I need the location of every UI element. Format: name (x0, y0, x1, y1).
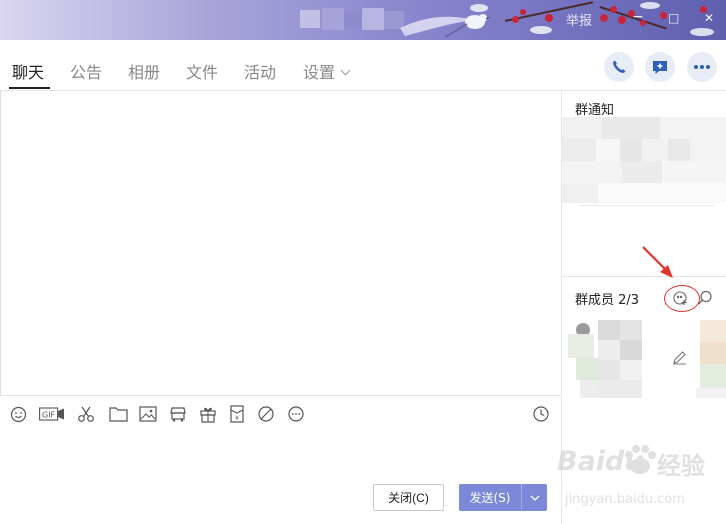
gift-icon (200, 407, 216, 423)
close-button[interactable]: 关闭(C) (373, 484, 444, 511)
folder-icon (108, 407, 128, 422)
block-icon (258, 406, 274, 422)
phone-icon (613, 60, 626, 73)
tab-activity[interactable]: 活动 (244, 59, 276, 83)
title-bar-banner: 举报 − □ ✕ (0, 0, 726, 40)
gift-button[interactable] (199, 405, 217, 423)
tab-settings[interactable]: 设置 (303, 59, 351, 83)
red-packet-icon: ¥ (230, 405, 244, 423)
tab-chat[interactable]: 聊天 (12, 59, 44, 83)
input-toolbar: GIF ¥ (0, 395, 561, 431)
svg-text:¥: ¥ (235, 415, 239, 422)
screenshot-button[interactable] (77, 405, 95, 423)
close-window-button[interactable]: ✕ (704, 11, 714, 25)
annotation-circle (664, 285, 700, 312)
active-tab-indicator (9, 87, 50, 89)
notice-divider (580, 205, 714, 206)
more-tools-button[interactable] (287, 405, 305, 423)
tab-files[interactable]: 文件 (186, 59, 218, 83)
search-icon (698, 290, 712, 305)
chevron-down-icon (530, 495, 539, 501)
paw-logo-icon (625, 445, 656, 474)
edit-icon (673, 351, 686, 365)
chevron-down-icon (340, 65, 351, 76)
tab-announcement[interactable]: 公告 (70, 59, 102, 83)
message-history-area[interactable] (0, 91, 561, 395)
message-history-button[interactable] (532, 405, 550, 423)
group-members-title: 群成员 2/3 (575, 293, 640, 308)
add-chat-icon (653, 61, 667, 74)
edit-member-button[interactable] (672, 350, 687, 365)
scissors-icon (78, 406, 94, 422)
send-options-button[interactable] (522, 484, 547, 511)
emoji-button[interactable] (9, 405, 27, 423)
maximize-button[interactable]: □ (668, 11, 679, 25)
report-link[interactable]: 举报 (566, 10, 592, 29)
member-search-button[interactable] (697, 290, 713, 306)
block-button[interactable] (257, 405, 275, 423)
watermark-url: jingyan.baidu.com (565, 492, 685, 507)
new-chat-button[interactable] (645, 52, 675, 82)
gif-button[interactable]: GIF (39, 405, 65, 423)
send-button[interactable]: 发送(S) (459, 484, 522, 511)
tab-album[interactable]: 相册 (128, 59, 160, 83)
bird-illustration-icon (400, 14, 491, 38)
svg-text:GIF: GIF (42, 411, 56, 420)
tab-settings-label: 设置 (303, 63, 336, 82)
masked-member-list[interactable] (568, 320, 726, 400)
phone-call-button[interactable] (604, 52, 634, 82)
annotation-arrow-icon (642, 246, 673, 278)
send-image-button[interactable] (139, 405, 157, 423)
send-button-group: 发送(S) (459, 484, 547, 511)
shop-button[interactable] (169, 405, 187, 423)
shop-icon (170, 407, 186, 422)
watermark-sub: 经验 (657, 452, 705, 480)
send-file-button[interactable] (108, 405, 128, 423)
minimize-button[interactable]: − (632, 9, 644, 25)
image-icon (139, 406, 157, 422)
gif-icon: GIF (39, 407, 64, 421)
emoji-icon (10, 406, 26, 422)
more-circle-icon (288, 406, 304, 422)
clock-icon (533, 406, 549, 422)
more-options-button[interactable] (687, 52, 717, 82)
red-packet-button[interactable]: ¥ (228, 405, 246, 423)
more-icon (694, 65, 710, 69)
masked-notice-content (562, 117, 726, 205)
baidu-watermark: Baidu 经验 jingyan.baidu.com (557, 440, 726, 522)
group-notice-title: 群通知 (575, 103, 615, 118)
